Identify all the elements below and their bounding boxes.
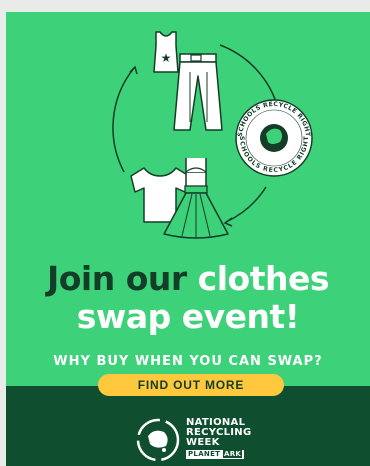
cycle-arrow-left xyxy=(112,67,135,173)
schools-recycle-right-badge: SCHOOLS RECYCLE RIGHT SCHOOLS RECYCLE RI… xyxy=(235,99,313,177)
headline-part-1: Join our xyxy=(46,259,187,298)
cycle-arrow-top xyxy=(219,44,279,109)
tank-top-icon: ★ xyxy=(153,31,179,73)
planet-ark-part-1: PLANET xyxy=(188,450,221,458)
headline-part-3: swap event! xyxy=(76,297,300,336)
cycle-arrow-bottom xyxy=(225,186,267,223)
promo-card: ★ SCHOOLS RECYCLE RIGHT SCHOOLS RECYCLE … xyxy=(6,12,370,466)
headline-part-2: clothes xyxy=(197,259,330,298)
find-out-more-button[interactable]: FIND OUT MORE xyxy=(98,374,284,396)
nrw-line-3: WEEK xyxy=(186,437,220,448)
clothes-swap-illustration: ★ SCHOOLS RECYCLE RIGHT SCHOOLS RECYCLE … xyxy=(112,31,313,239)
national-recycling-week-text: NATIONAL RECYCLING WEEK PLANET ARK xyxy=(186,418,251,459)
headline: Join our clothes swap event! xyxy=(6,260,370,336)
planet-ark-part-2: ARK xyxy=(222,450,243,458)
planet-ark-logo: PLANET ARK xyxy=(186,450,245,459)
national-recycling-week-logo-icon xyxy=(136,418,180,462)
trousers-icon xyxy=(173,53,223,131)
tagline: WHY BUY WHEN YOU CAN SWAP? xyxy=(53,354,323,369)
svg-text:★: ★ xyxy=(161,51,172,65)
